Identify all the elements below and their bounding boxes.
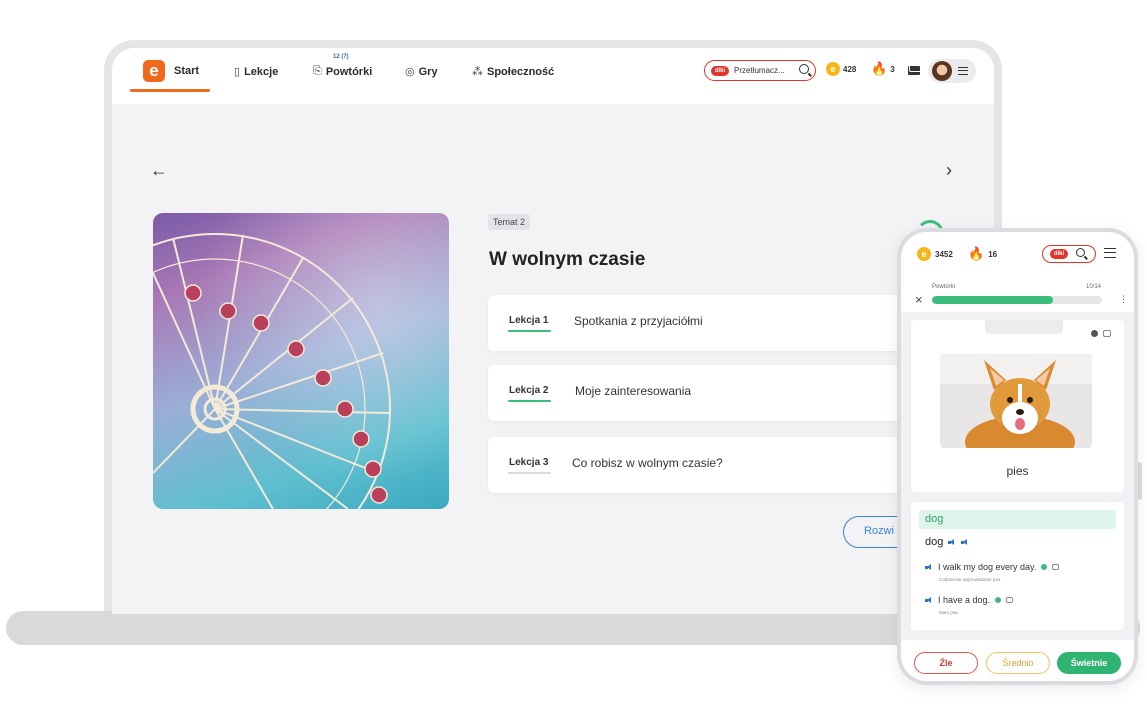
topic-title: W wolnym czasie xyxy=(489,249,646,270)
rate-medium-button[interactable]: Średnio xyxy=(986,652,1050,674)
speaker-icon[interactable] xyxy=(925,563,933,571)
gamepad-icon: ◎ xyxy=(405,66,415,78)
nav-games-label: Gry xyxy=(418,65,438,78)
translator-search[interactable]: diki Przetłumacz... xyxy=(704,60,816,81)
profile-menu[interactable] xyxy=(928,59,976,83)
phone-coins-counter[interactable]: e 3452 xyxy=(917,247,953,261)
flame-icon: 🔥 xyxy=(968,246,985,261)
lesson-card-2[interactable]: Lekcja 2 Moje zainteresowania xyxy=(488,365,918,421)
etutor-logo-icon[interactable]: e xyxy=(143,60,165,82)
example-translation: Mam psa. xyxy=(939,610,959,615)
reviews-count-badge: 12 (7) xyxy=(333,54,349,60)
phone-streak-value: 16 xyxy=(988,249,998,259)
progress-bar-fill xyxy=(932,296,1054,304)
menu-icon xyxy=(958,67,968,75)
dog-image xyxy=(940,354,1092,448)
arrow-left-icon[interactable]: ← xyxy=(150,160,168,181)
correct-answer: dog xyxy=(919,510,1116,529)
lesson-title: Co robisz w wolnym czasie? xyxy=(572,456,723,470)
example-sentence: I walk my dog every day. xyxy=(938,562,1037,572)
speaker-icon[interactable] xyxy=(961,538,969,546)
search-icon xyxy=(1076,248,1085,257)
progress-count: 10/14 xyxy=(1086,284,1102,290)
streak-value: 3 xyxy=(890,64,895,74)
flashcard-front: pies xyxy=(911,320,1124,492)
example-sentence: I have a dog. xyxy=(938,595,991,605)
flashcard-area: pies dog dog I walk my dog every day. Co… xyxy=(901,312,1134,681)
phone-coins-value: 3452 xyxy=(935,249,953,259)
flashcard-back: dog dog I walk my dog every day. Codzien… xyxy=(911,502,1124,630)
search-icon[interactable] xyxy=(799,64,809,74)
progress-label: Powtórki xyxy=(932,284,956,290)
speaker-icon[interactable] xyxy=(925,596,933,604)
ferris-wheel-image xyxy=(153,213,449,509)
lesson-title: Spotkania z przyjaciółmi xyxy=(574,314,703,328)
coins-counter[interactable]: e 428 xyxy=(826,62,856,76)
lesson-card-1[interactable]: Lekcja 1 Spotkania z przyjaciółmi xyxy=(488,295,918,351)
headword: dog xyxy=(925,536,944,548)
card-actions xyxy=(1091,330,1111,337)
phone-topbar: e 3452 🔥 16 diki xyxy=(901,232,1134,278)
hide-icon[interactable] xyxy=(1091,330,1098,337)
comment-icon[interactable] xyxy=(1052,564,1060,570)
close-icon[interactable]: × xyxy=(915,293,923,306)
example-sentence-row: I walk my dog every day. xyxy=(925,562,1060,572)
lesson-card-3[interactable]: Lekcja 3 Co robisz w wolnym czasie? xyxy=(488,437,918,493)
community-icon: ⁂ xyxy=(472,66,483,78)
lesson-title: Moje zainteresowania xyxy=(575,384,692,398)
learned-dot-icon[interactable] xyxy=(1041,564,1048,570)
lesson-progress-line xyxy=(508,400,551,402)
example-translation: Codziennie wyprowadzam psa. xyxy=(939,577,1002,582)
flame-icon: 🔥 xyxy=(871,61,888,76)
flashcard-word: pies xyxy=(1006,464,1029,478)
speaker-icon[interactable] xyxy=(948,538,956,546)
streak-counter[interactable]: 🔥 3 xyxy=(871,62,895,76)
laptop-screen: e Start ▯ Lekcje 12 (7) ⎘ Powtórki ◎ Gry… xyxy=(112,48,994,614)
lesson-progress-line xyxy=(508,330,551,332)
example-sentence-row: I have a dog. xyxy=(925,595,1014,605)
rate-bad-button[interactable]: Źle xyxy=(914,652,978,674)
book-icon: ▯ xyxy=(234,66,241,78)
rate-great-button[interactable]: Świetnie xyxy=(1057,652,1121,674)
menu-icon[interactable] xyxy=(1104,248,1116,258)
nav-reviews[interactable]: ⎘ Powtórki xyxy=(313,65,372,78)
lesson-progress-line xyxy=(508,472,551,474)
progress-bar xyxy=(932,296,1102,304)
nav-games[interactable]: ◎ Gry xyxy=(405,65,438,79)
nav-community[interactable]: ⁂ Społeczność xyxy=(472,65,555,79)
diki-logo-icon: diki xyxy=(1050,249,1068,259)
mail-icon[interactable] xyxy=(908,66,920,75)
coin-icon: e xyxy=(917,247,931,261)
translator-input[interactable]: Przetłumacz... xyxy=(734,66,785,75)
nav-start[interactable]: Start xyxy=(174,65,199,77)
card-tab xyxy=(985,320,1063,334)
nav-lessons[interactable]: ▯ Lekcje xyxy=(234,65,279,79)
nav-lessons-label: Lekcje xyxy=(244,65,279,78)
phone-translator-search[interactable]: diki xyxy=(1042,245,1096,263)
comment-icon[interactable] xyxy=(1006,597,1014,603)
rating-buttons: Źle Średnio Świetnie xyxy=(901,640,1134,681)
lesson-number: Lekcja 3 xyxy=(509,457,549,468)
nav-reviews-label: Powtórki xyxy=(325,65,373,78)
phone-frame: e 3452 🔥 16 diki Powtórki 10/14 × ⋮ pies… xyxy=(897,228,1138,685)
chevron-right-icon[interactable]: › xyxy=(946,160,952,181)
lesson-number: Lekcja 2 xyxy=(509,385,549,396)
top-navbar: e Start ▯ Lekcje 12 (7) ⎘ Powtórki ◎ Gry… xyxy=(112,48,994,104)
repeat-cards-icon: ⎘ xyxy=(313,65,322,77)
learned-dot-icon[interactable] xyxy=(995,597,1002,603)
avatar xyxy=(932,61,952,81)
diki-logo-icon: diki xyxy=(711,65,729,76)
nav-community-label: Społeczność xyxy=(487,65,555,78)
topic-badge: Temat 2 xyxy=(488,214,531,230)
lesson-number: Lekcja 1 xyxy=(509,315,549,326)
coins-value: 428 xyxy=(843,64,857,74)
phone-streak-counter[interactable]: 🔥 16 xyxy=(968,247,997,261)
coin-icon: e xyxy=(826,62,840,76)
nav-start-label: Start xyxy=(174,65,200,77)
comment-icon[interactable] xyxy=(1103,330,1111,337)
headword-row: dog xyxy=(925,536,969,548)
more-options-icon[interactable]: ⋮ xyxy=(1119,294,1128,305)
nav-active-underline xyxy=(130,89,210,92)
